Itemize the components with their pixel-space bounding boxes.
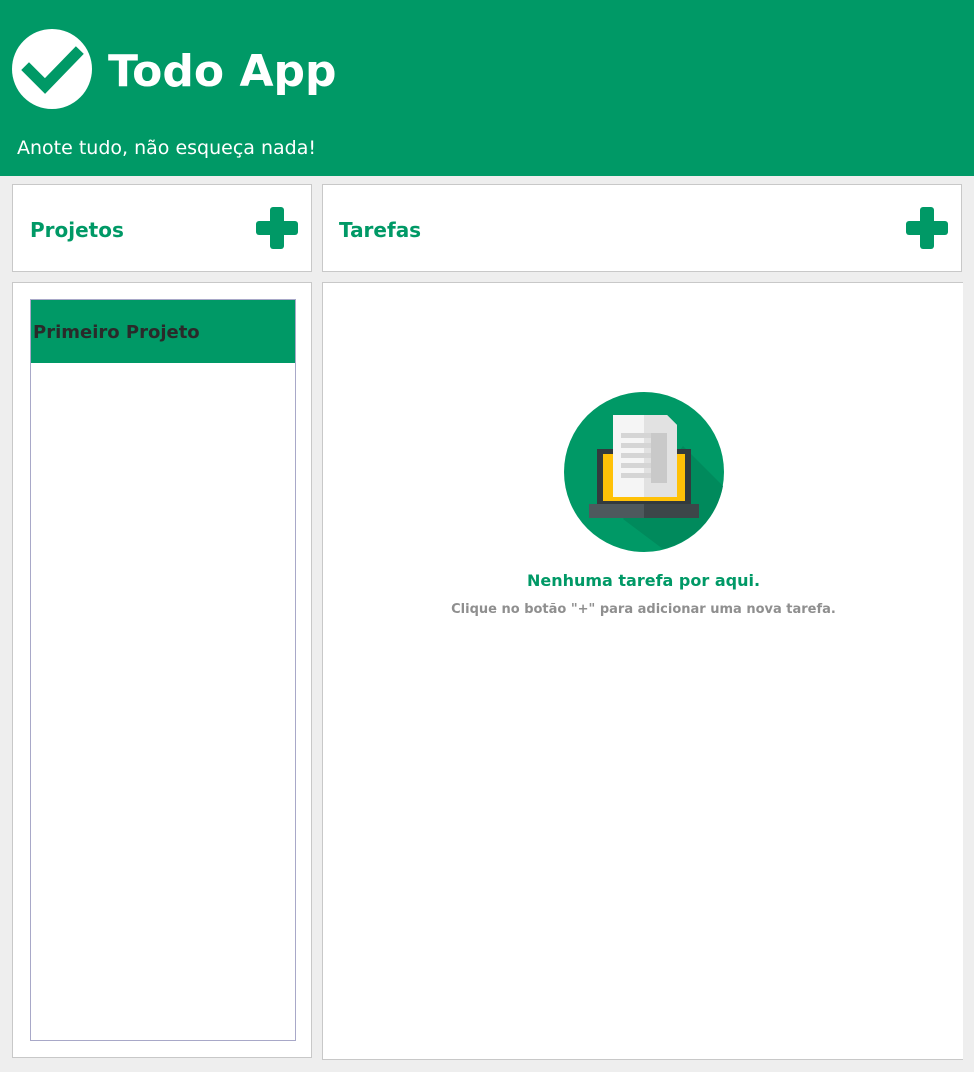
project-list[interactable]: Primeiro Projeto — [30, 299, 296, 1041]
plus-icon — [906, 207, 948, 249]
projects-panel: Primeiro Projeto — [12, 282, 312, 1058]
app-subtitle: Anote tudo, não esqueça nada! — [17, 137, 316, 159]
projects-header: Projetos — [12, 184, 312, 272]
project-item-label: Primeiro Projeto — [33, 322, 200, 343]
projects-title: Projetos — [30, 218, 124, 242]
tasks-header: Tarefas — [322, 184, 962, 272]
tasks-title: Tarefas — [339, 218, 422, 242]
plus-icon — [256, 207, 298, 249]
add-project-button[interactable] — [256, 207, 298, 249]
app-header: Todo App Anote tudo, não esqueça nada! — [0, 0, 974, 176]
laptop-document-icon — [563, 391, 725, 553]
add-task-button[interactable] — [906, 207, 948, 249]
empty-state-hint: Clique no botão "+" para adicionar uma n… — [451, 602, 836, 617]
empty-state-title: Nenhuma tarefa por aqui. — [526, 571, 761, 590]
app-title: Todo App — [108, 46, 337, 97]
list-item-project[interactable]: Primeiro Projeto — [31, 300, 295, 363]
tasks-panel: Nenhuma tarefa por aqui. Clique no botão… — [322, 282, 963, 1060]
checkmark-icon — [12, 29, 92, 109]
